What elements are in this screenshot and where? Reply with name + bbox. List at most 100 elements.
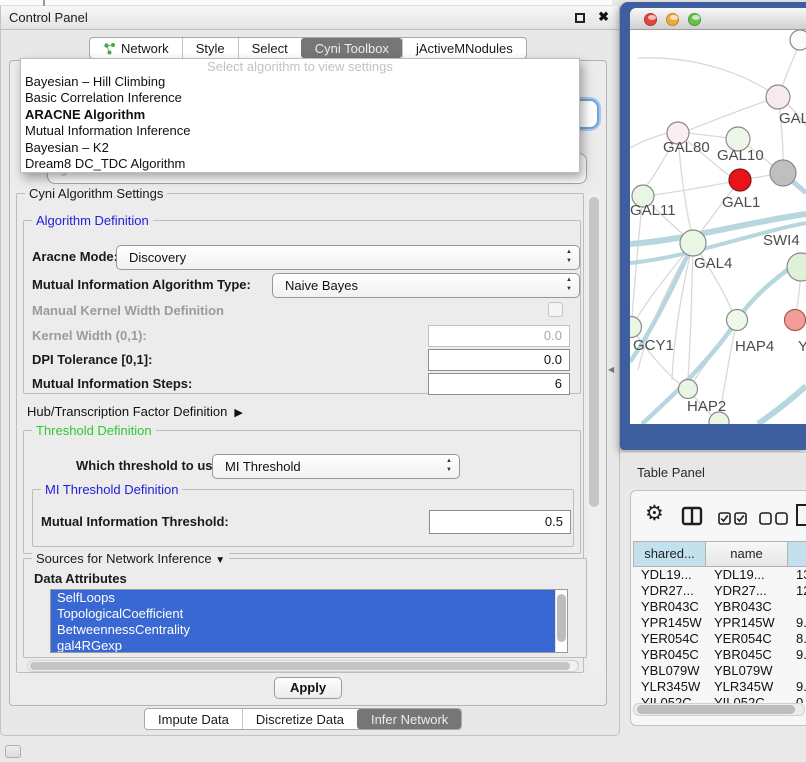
close-traffic-light[interactable]	[644, 13, 657, 26]
mi-threshold-field[interactable]: 0.5	[429, 510, 571, 534]
expanded-arrow-icon[interactable]: ▼	[215, 555, 225, 566]
network-node[interactable]	[790, 30, 806, 50]
algorithm-option[interactable]: Mutual Information Inference	[21, 123, 579, 139]
scrollbar-thumb[interactable]	[30, 662, 570, 670]
network-edge[interactable]	[654, 180, 740, 195]
network-node-swi4[interactable]	[787, 253, 806, 281]
manual-kernel-width-checkbox[interactable]	[548, 302, 563, 317]
tab-network[interactable]: Network	[90, 38, 182, 58]
kernel-width-field[interactable]: 0.0	[428, 325, 570, 347]
network-node-gal4[interactable]	[680, 230, 706, 256]
tab-style[interactable]: Style	[182, 38, 238, 58]
network-node-gcy1[interactable]	[630, 317, 642, 338]
split-pane-handle-icon[interactable]: ◀	[608, 365, 614, 374]
apply-button[interactable]: Apply	[274, 677, 342, 699]
table-row[interactable]: YER054CYER054C8.	[633, 631, 806, 647]
tab-discretize-data[interactable]: Discretize Data	[242, 709, 357, 729]
network-node-hap2[interactable]	[679, 380, 698, 399]
attribute-item[interactable]: gal4RGexp	[51, 638, 555, 653]
table-cell: 12	[788, 583, 806, 599]
table-horizontal-scrollbar[interactable]	[633, 703, 805, 716]
node-label: SWI4	[763, 232, 800, 249]
unchecked-checkbox-icon[interactable]	[759, 512, 772, 525]
network-node[interactable]	[770, 160, 796, 186]
network-canvas[interactable]: GALGAL80GAL10GAL1GAL11SWI4GAL4GCY1HAP4YH…	[630, 30, 806, 424]
scrollbar-thumb[interactable]	[589, 197, 599, 507]
zoom-traffic-light[interactable]	[688, 13, 701, 26]
settings-vertical-scrollbar[interactable]	[588, 193, 601, 673]
aracne-mode-combobox[interactable]: Discovery ▲▼	[116, 245, 580, 270]
network-graph[interactable]: GALGAL80GAL10GAL1GAL11SWI4GAL4GCY1HAP4YH…	[630, 30, 806, 424]
combo-stepper-icon: ▲▼	[446, 457, 452, 475]
document-icon[interactable]	[795, 503, 806, 527]
network-edge[interactable]	[631, 327, 682, 386]
settings-horizontal-scrollbar[interactable]	[27, 660, 579, 672]
node-label: HAP2	[687, 398, 726, 415]
checked-checkbox-icon[interactable]	[718, 512, 731, 525]
table-row[interactable]: YBR045CYBR045C9.	[633, 647, 806, 663]
column-header[interactable]: name	[706, 541, 788, 567]
float-window-icon[interactable]	[575, 13, 585, 23]
data-attributes-list[interactable]: SelfLoopsTopologicalCoefficientBetweenne…	[50, 589, 568, 653]
table-row[interactable]: YBR043CYBR043C	[633, 599, 806, 615]
network-icon	[103, 42, 116, 55]
algorithm-option[interactable]: Basic Correlation Inference	[21, 90, 579, 106]
table-row[interactable]: YIL052CYIL052C0.	[633, 695, 806, 703]
table-cell: YDR27...	[706, 583, 788, 599]
tab-jactivemnodules[interactable]: jActiveMNodules	[402, 38, 526, 58]
data-attributes-label: Data Attributes	[34, 571, 127, 586]
threshold-definition-title: Threshold Definition	[32, 423, 156, 438]
application-root: Control Panel ✖ NetworkStyleSelectCyni T…	[0, 0, 806, 762]
table-row[interactable]: YBL079WYBL079W	[633, 663, 806, 679]
algorithm-dropdown-placeholder: Select algorithm to view settings	[21, 59, 579, 74]
scrollbar-thumb[interactable]	[557, 594, 566, 642]
hub-definition-toggle[interactable]: Hub/Transcription Factor Definition▶	[27, 404, 243, 419]
column-header[interactable]: shared...	[633, 541, 706, 567]
tab-infer-network[interactable]: Infer Network	[357, 709, 461, 729]
dpi-tolerance-field[interactable]: 0.0	[428, 349, 570, 371]
mi-steps-field[interactable]: 6	[428, 373, 570, 395]
combo-stepper-icon: ▲▼	[566, 248, 572, 266]
table-cell: YIL052C	[633, 695, 706, 703]
collapsed-panel-button[interactable]	[5, 745, 21, 758]
network-node-hap4[interactable]	[727, 310, 748, 331]
attribute-item[interactable]: BetweennessCentrality	[51, 622, 555, 638]
tab-label: Style	[196, 41, 225, 56]
sources-group: Sources for Network Inference ▼ Data Att…	[23, 558, 587, 658]
close-icon[interactable]: ✖	[598, 9, 609, 25]
node-label: GAL1	[722, 194, 760, 211]
algorithm-option[interactable]: Bayesian – Hill Climbing	[21, 74, 579, 90]
network-edge[interactable]	[689, 133, 727, 138]
algorithm-option[interactable]: ARACNE Algorithm	[21, 107, 579, 123]
table-row[interactable]: YDR27...YDR27...12	[633, 583, 806, 599]
split-columns-icon[interactable]	[681, 506, 703, 526]
column-header[interactable]: A	[788, 541, 806, 567]
network-edge[interactable]	[758, 386, 806, 424]
tab-label: Impute Data	[158, 712, 229, 727]
scrollbar-thumb[interactable]	[637, 705, 795, 714]
tab-select[interactable]: Select	[238, 38, 301, 58]
mi-threshold-label: Mutual Information Threshold:	[41, 514, 229, 529]
gear-icon[interactable]: ⚙	[645, 501, 664, 526]
network-node-gal[interactable]	[766, 85, 790, 109]
unchecked-checkbox-icon[interactable]	[775, 512, 788, 525]
table-row[interactable]: YPR145WYPR145W9.	[633, 615, 806, 631]
tab-cyni-toolbox[interactable]: Cyni Toolbox	[301, 38, 402, 58]
algorithm-option[interactable]: Dream8 DC_TDC Algorithm	[21, 156, 579, 172]
minimize-traffic-light[interactable]	[666, 13, 679, 26]
checked-checkbox-icon[interactable]	[734, 512, 747, 525]
which-threshold-combobox[interactable]: MI Threshold ▲▼	[212, 454, 460, 479]
attribute-item[interactable]: SelfLoops	[51, 590, 555, 606]
algorithm-option[interactable]: Bayesian – K2	[21, 140, 579, 156]
attribute-item[interactable]: TopologicalCoefficient	[51, 606, 555, 622]
collapsed-arrow-icon[interactable]: ▶	[234, 407, 242, 419]
attribute-list-scrollbar[interactable]	[555, 590, 567, 652]
network-edge[interactable]	[638, 58, 778, 97]
table-row[interactable]: YDL19...YDL19...13	[633, 567, 806, 583]
tab-impute-data[interactable]: Impute Data	[145, 709, 242, 729]
table-row[interactable]: YLR345WYLR345W9.	[633, 679, 806, 695]
network-node-y[interactable]	[785, 310, 806, 331]
network-edge[interactable]	[689, 97, 778, 130]
network-node-gal1[interactable]	[729, 169, 751, 191]
mi-algorithm-type-combobox[interactable]: Naive Bayes ▲▼	[272, 273, 580, 298]
